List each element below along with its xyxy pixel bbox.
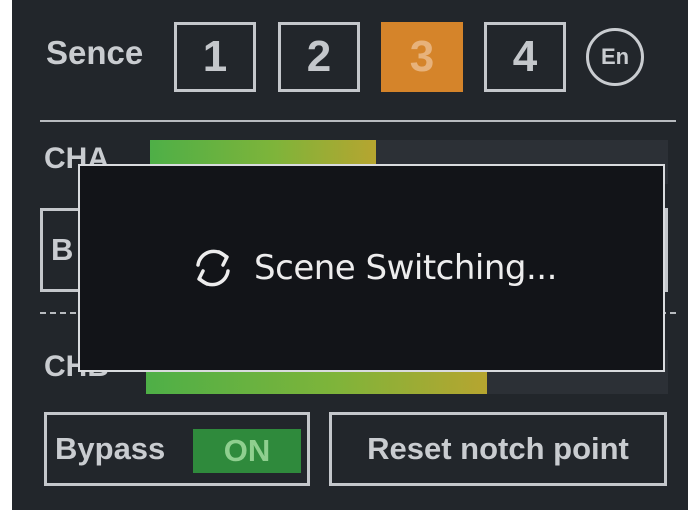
scene-label: Sence	[46, 34, 144, 71]
scene-button-1[interactable]: 1	[174, 22, 256, 92]
scene-button-2[interactable]: 2	[278, 22, 360, 92]
reset-notch-point-button[interactable]: Reset notch point	[329, 412, 667, 486]
bypass-label: Bypass	[55, 431, 166, 466]
language-button[interactable]: En	[586, 28, 644, 86]
channel-a-bypass-label: B	[51, 232, 74, 267]
scene-button-4[interactable]: 4	[484, 22, 566, 92]
bypass-toggle[interactable]: Bypass ON	[44, 412, 310, 486]
refresh-icon	[196, 249, 230, 287]
scene-button-3[interactable]: 3	[381, 22, 463, 92]
scene-switching-message: Scene Switching...	[254, 248, 557, 288]
header-divider	[40, 120, 676, 122]
scene-switching-dialog: Scene Switching...	[78, 164, 665, 372]
bypass-state-badge[interactable]: ON	[193, 429, 301, 473]
